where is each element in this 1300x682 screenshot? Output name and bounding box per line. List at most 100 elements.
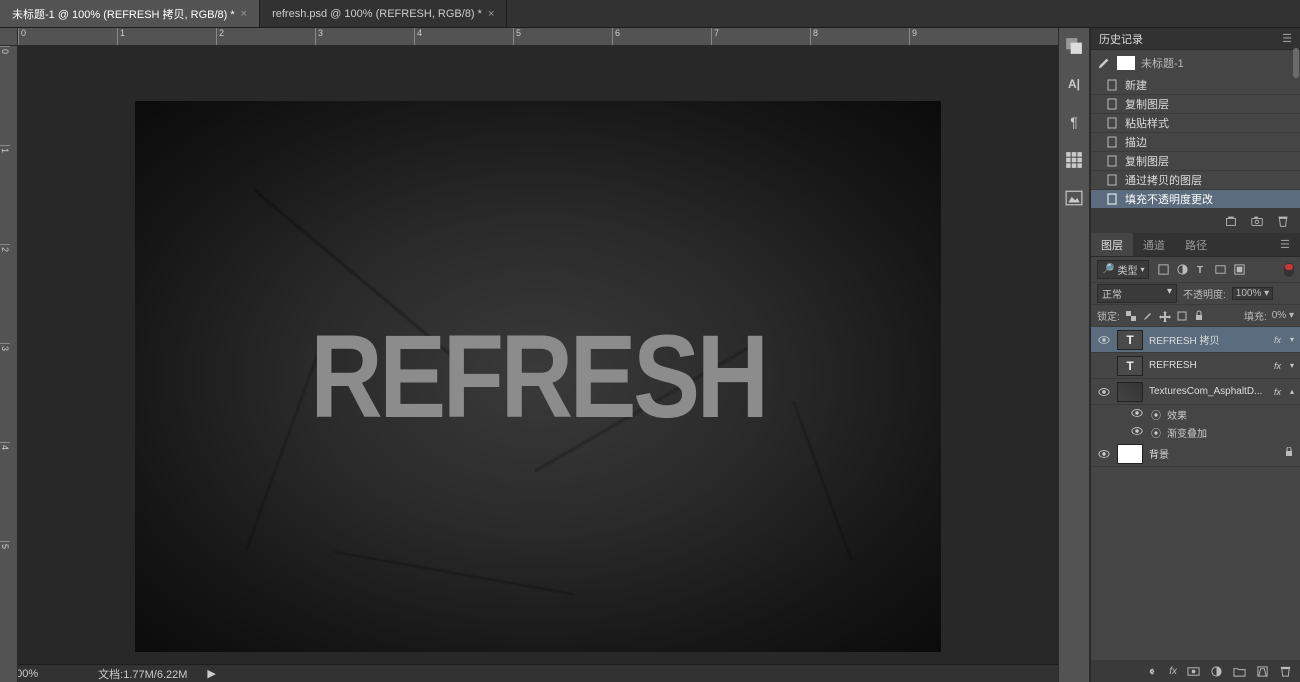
- history-item[interactable]: 复制图层: [1091, 95, 1300, 114]
- visibility-toggle[interactable]: [1097, 359, 1111, 373]
- chevron-down-icon[interactable]: ▾: [1290, 361, 1294, 370]
- fx-icon[interactable]: fx: [1169, 666, 1177, 677]
- history-step-icon: [1105, 154, 1119, 168]
- layer-effect-item[interactable]: ⦿ 渐变叠加: [1091, 423, 1300, 441]
- visibility-toggle[interactable]: [1097, 385, 1111, 399]
- color-swatches-icon[interactable]: [1062, 34, 1086, 58]
- document-tab-2[interactable]: refresh.psd @ 100% (REFRESH, RGB/8) * ×: [260, 0, 507, 27]
- lock-all-icon[interactable]: [1193, 310, 1205, 322]
- canvas[interactable]: REFRESH: [135, 101, 941, 652]
- tab-label: refresh.psd @ 100% (REFRESH, RGB/8) *: [272, 8, 482, 20]
- chevron-right-icon[interactable]: ▶: [207, 667, 215, 680]
- visibility-toggle[interactable]: [1131, 425, 1145, 440]
- tab-paths[interactable]: 路径: [1175, 233, 1217, 256]
- tab-layers[interactable]: 图层: [1091, 233, 1133, 256]
- lock-artboard-icon[interactable]: [1176, 310, 1188, 322]
- lock-brush-icon[interactable]: [1142, 310, 1154, 322]
- ruler-tick: 7: [711, 28, 810, 45]
- svg-text:T: T: [1197, 265, 1204, 276]
- fx-badge[interactable]: fx: [1274, 361, 1281, 371]
- fx-badge[interactable]: fx: [1274, 387, 1281, 397]
- history-step-icon: [1105, 116, 1119, 130]
- filter-type-select[interactable]: 🔎类型▾: [1097, 260, 1149, 279]
- scrollbar-thumb[interactable]: [1293, 48, 1299, 78]
- ruler-tick: 3: [315, 28, 414, 45]
- image-icon[interactable]: [1062, 186, 1086, 210]
- character-icon[interactable]: A|: [1062, 72, 1086, 96]
- history-item[interactable]: 复制图层: [1091, 152, 1300, 171]
- filter-adjust-icon[interactable]: [1174, 262, 1190, 278]
- document-tabs: 未标题-1 @ 100% (REFRESH 拷贝, RGB/8) * × ref…: [0, 0, 1300, 28]
- layer-row[interactable]: T REFRESH 拷贝 fx▾: [1091, 327, 1300, 353]
- filter-shape-icon[interactable]: [1212, 262, 1228, 278]
- ruler-tick: 6: [612, 28, 711, 45]
- new-layer-icon[interactable]: [1256, 665, 1269, 678]
- fill-value[interactable]: 0% ▾: [1272, 310, 1294, 321]
- blend-mode-select[interactable]: 正常▾: [1097, 284, 1177, 303]
- ruler-tick: 1: [117, 28, 216, 45]
- canvas-text-layer[interactable]: REFRESH: [310, 309, 765, 445]
- ruler-vertical[interactable]: 0 1 2 3 4 5: [0, 46, 18, 682]
- visibility-toggle[interactable]: [1131, 407, 1145, 422]
- collapsed-panel-strip: A| ¶: [1058, 28, 1090, 682]
- document-thumbnail: [1117, 56, 1135, 70]
- filter-toggle[interactable]: [1284, 263, 1294, 277]
- layer-row[interactable]: TexturesCom_AsphaltD... fx ▴: [1091, 379, 1300, 405]
- history-item[interactable]: 通过拷贝的图层: [1091, 171, 1300, 190]
- layer-name[interactable]: TexturesCom_AsphaltD...: [1149, 386, 1268, 397]
- blend-mode-row: 正常▾ 不透明度: 100% ▾: [1091, 283, 1300, 305]
- grid-icon[interactable]: [1062, 148, 1086, 172]
- add-from-state-icon[interactable]: [1224, 214, 1238, 228]
- history-panel-header: 历史记录 ☰: [1091, 28, 1300, 50]
- history-document-row[interactable]: 未标题-1: [1091, 50, 1300, 76]
- layer-name[interactable]: 背景: [1149, 446, 1278, 461]
- chevron-down-icon[interactable]: ▾: [1290, 335, 1294, 344]
- bullet-icon: ⦿: [1151, 407, 1161, 422]
- adjustment-icon[interactable]: [1210, 665, 1223, 678]
- canvas-area: 0 1 2 3 4 5 6 7 8 9 0 1 2 3 4 5 R: [0, 28, 1058, 682]
- link-icon[interactable]: [1146, 665, 1159, 678]
- ruler-tick: 4: [414, 28, 513, 45]
- history-step-icon: [1105, 135, 1119, 149]
- panel-menu-icon[interactable]: ☰: [1270, 233, 1300, 256]
- layer-name[interactable]: REFRESH 拷贝: [1149, 332, 1268, 347]
- chevron-up-icon[interactable]: ▴: [1290, 387, 1294, 396]
- document-info[interactable]: 文档:1.77M/6.22M: [98, 666, 187, 682]
- ruler-origin[interactable]: [0, 28, 18, 46]
- layer-effects-row[interactable]: ⦿ 效果: [1091, 405, 1300, 423]
- ruler-tick: 9: [909, 28, 1008, 45]
- mask-icon[interactable]: [1187, 665, 1200, 678]
- ruler-tick: 2: [0, 244, 10, 343]
- history-item[interactable]: 粘贴样式: [1091, 114, 1300, 133]
- lock-move-icon[interactable]: [1159, 310, 1171, 322]
- history-item[interactable]: 填充不透明度更改: [1091, 190, 1300, 209]
- camera-icon[interactable]: [1250, 214, 1264, 228]
- close-icon[interactable]: ×: [241, 8, 247, 20]
- ruler-tick: 2: [216, 28, 315, 45]
- visibility-toggle[interactable]: [1097, 447, 1111, 461]
- trash-icon[interactable]: [1276, 214, 1290, 228]
- filter-type-icon[interactable]: T: [1193, 262, 1209, 278]
- panel-menu-icon[interactable]: ☰: [1282, 32, 1292, 45]
- tab-channels[interactable]: 通道: [1133, 233, 1175, 256]
- ruler-horizontal[interactable]: 0 1 2 3 4 5 6 7 8 9: [18, 28, 1058, 46]
- fx-badge[interactable]: fx: [1274, 335, 1281, 345]
- folder-icon[interactable]: [1233, 665, 1246, 678]
- layer-name[interactable]: REFRESH: [1149, 360, 1268, 371]
- filter-smart-icon[interactable]: [1231, 262, 1247, 278]
- trash-icon[interactable]: [1279, 665, 1292, 678]
- document-tab-1[interactable]: 未标题-1 @ 100% (REFRESH 拷贝, RGB/8) * ×: [0, 0, 260, 27]
- history-actions: [1091, 209, 1300, 233]
- layer-row[interactable]: 背景: [1091, 441, 1300, 467]
- history-item[interactable]: 新建: [1091, 76, 1300, 95]
- layer-row[interactable]: T REFRESH fx▾: [1091, 353, 1300, 379]
- visibility-toggle[interactable]: [1097, 333, 1111, 347]
- lock-transparent-icon[interactable]: [1125, 310, 1137, 322]
- opacity-value[interactable]: 100% ▾: [1232, 287, 1273, 300]
- paragraph-icon[interactable]: ¶: [1062, 110, 1086, 134]
- close-icon[interactable]: ×: [488, 8, 494, 20]
- canvas-viewport[interactable]: REFRESH: [18, 46, 1058, 664]
- filter-pixel-icon[interactable]: [1155, 262, 1171, 278]
- ruler-tick: 0: [0, 46, 10, 145]
- history-item[interactable]: 描边: [1091, 133, 1300, 152]
